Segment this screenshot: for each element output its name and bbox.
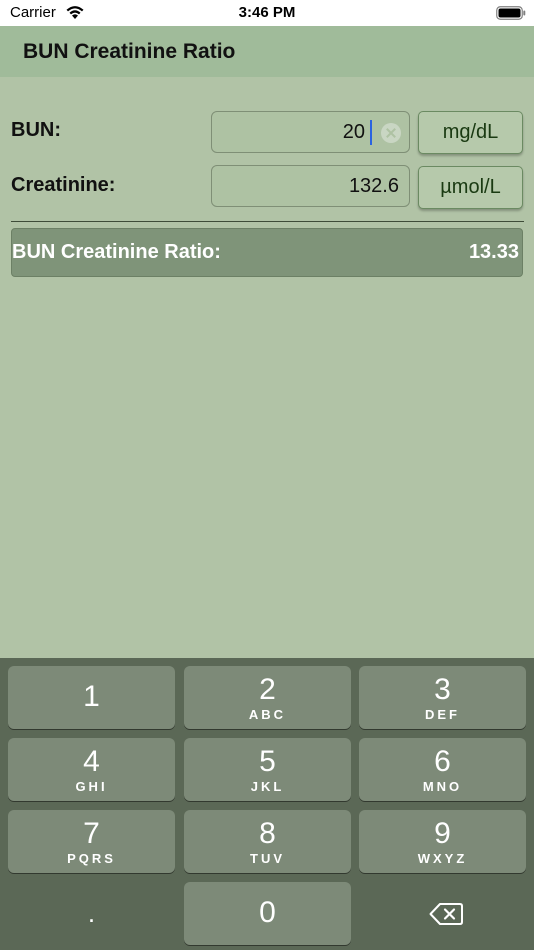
key-3[interactable]: 3 DEF [359, 666, 526, 729]
creatinine-unit-button[interactable]: µmol/L [418, 166, 523, 209]
key-letters: JKL [250, 779, 285, 794]
result-bar: BUN Creatinine Ratio: 13.33 [11, 228, 523, 277]
clear-icon[interactable] [381, 123, 401, 143]
title-bar: BUN Creatinine Ratio [0, 26, 534, 77]
key-digit: 7 [83, 817, 100, 850]
result-value: 13.33 [468, 241, 519, 263]
key-letters: WXYZ [417, 851, 468, 866]
key-letters: GHI [75, 779, 108, 794]
key-digit: 8 [259, 817, 276, 850]
status-bar: Carrier 3:46 PM [0, 0, 534, 26]
key-digit: 9 [434, 817, 451, 850]
key-digit: 5 [259, 745, 276, 778]
key-digit: 0 [259, 896, 276, 929]
key-4[interactable]: 4 GHI [8, 738, 175, 801]
bun-input[interactable]: 20 [211, 111, 410, 153]
key-6[interactable]: 6 MNO [359, 738, 526, 801]
bun-label: BUN: [11, 119, 61, 141]
key-digit: 6 [434, 745, 451, 778]
key-1[interactable]: 1 [8, 666, 175, 729]
creatinine-input[interactable]: 132.6 [211, 165, 410, 207]
key-digit: 2 [259, 673, 276, 706]
key-digit: 4 [83, 745, 100, 778]
page-title: BUN Creatinine Ratio [23, 40, 236, 63]
battery-icon [496, 6, 526, 20]
bun-input-value: 20 [342, 121, 365, 143]
result-label: BUN Creatinine Ratio: [12, 241, 221, 263]
key-5[interactable]: 5 JKL [184, 738, 351, 801]
key-7[interactable]: 7 PQRS [8, 810, 175, 873]
key-letters: DEF [425, 707, 460, 722]
key-9[interactable]: 9 WXYZ [359, 810, 526, 873]
text-caret [370, 120, 372, 145]
key-digit: 3 [434, 673, 451, 706]
divider [11, 221, 524, 222]
creatinine-input-value: 132.6 [348, 175, 399, 197]
backspace-icon[interactable] [429, 902, 463, 926]
key-letters: PQRS [67, 851, 116, 866]
key-decimal[interactable]: . [8, 882, 175, 945]
key-digit: 1 [83, 680, 100, 713]
key-letters: MNO [422, 779, 463, 794]
bun-unit-button[interactable]: mg/dL [418, 111, 523, 154]
key-0[interactable]: 0 [184, 882, 351, 945]
key-letters: ABC [248, 707, 287, 722]
key-8[interactable]: 8 TUV [184, 810, 351, 873]
status-time: 3:46 PM [238, 4, 296, 21]
creatinine-label: Creatinine: [11, 174, 116, 196]
key-2[interactable]: 2 ABC [184, 666, 351, 729]
key-letters: TUV [250, 851, 285, 866]
